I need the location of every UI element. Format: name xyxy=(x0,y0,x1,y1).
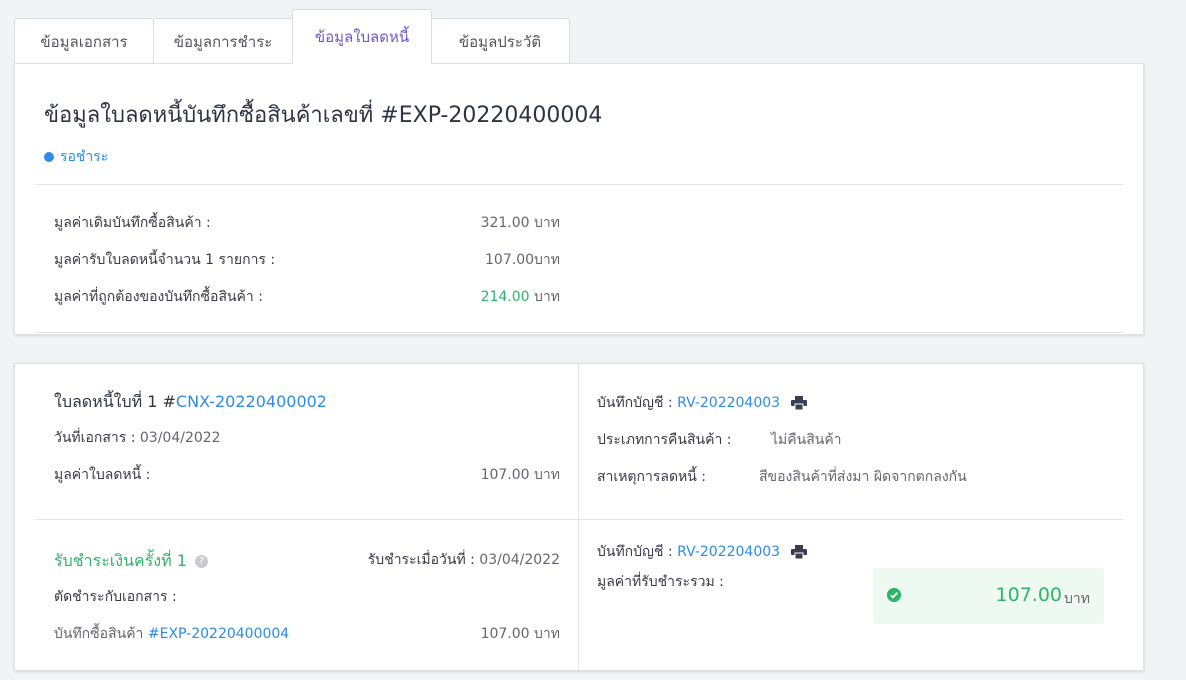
credit-note-detail-card: ใบลดหนี้ใบที่ 1 #CNX-20220400002 วันที่เ… xyxy=(14,363,1144,671)
status-dot-icon xyxy=(44,152,54,162)
credit-note-number-link[interactable]: CNX-20220400002 xyxy=(176,392,327,411)
reason-value: สีของสินค้าที่ส่งมา ผิดจากตกลงกัน xyxy=(759,469,967,485)
deduct-document-link[interactable]: #EXP-20220400004 xyxy=(148,626,289,642)
tab-document-info[interactable]: ข้อมูลเอกสาร xyxy=(14,18,154,64)
deduct-label: ตัดชำระกับเอกสาร : xyxy=(54,589,177,605)
total-paid-unit: บาท xyxy=(1064,591,1090,607)
credit-note-date-label: วันที่เอกสาร : xyxy=(54,430,136,446)
total-paid-label: มูลค่าที่รับชำระรวม : xyxy=(597,574,724,590)
payment-date-label: รับชำระเมื่อวันที่ : xyxy=(367,552,475,568)
return-type-value: ไม่คืนสินค้า xyxy=(771,432,842,448)
divider xyxy=(35,184,1123,185)
deduct-document-amount: 107.00 บาท xyxy=(480,626,560,642)
payment-date: รับชำระเมื่อวันที่ : 03/04/2022 xyxy=(368,549,560,571)
credit-note-amount-label: มูลค่าใบลดหนี้ : xyxy=(54,467,151,483)
original-value-unit: บาท xyxy=(529,215,560,231)
divider xyxy=(35,519,1123,520)
payment-heading-text: รับชำระเงินครั้งที่ 1 xyxy=(54,551,187,570)
deduct-document: บันทึกซื้อสินค้า #EXP-20220400004 xyxy=(54,623,289,645)
payment-account-label: บันทึกบัญชี : xyxy=(597,544,673,560)
status-text: รอชำระ xyxy=(60,149,109,165)
received-credit-value: 107.00บาท xyxy=(485,249,560,271)
received-credit-unit: บาท xyxy=(534,252,560,268)
credit-note-amount-value: 107.00 บาท xyxy=(480,467,560,483)
account-record-link[interactable]: RV-202204003 xyxy=(677,395,780,411)
credit-note-heading-prefix: ใบลดหนี้ใบที่ 1 # xyxy=(54,392,176,411)
received-credit-label: มูลค่ารับใบลดหนี้จำนวน 1 รายการ : xyxy=(54,252,276,268)
correct-value-amount: 214.00 xyxy=(480,289,530,305)
status-badge: รอชำระ xyxy=(44,146,108,168)
original-value-amount: 321.00 xyxy=(480,215,530,231)
payment-date-value: 03/04/2022 xyxy=(474,552,560,568)
printer-icon[interactable] xyxy=(790,545,807,559)
vertical-divider xyxy=(578,364,579,670)
deduct-document-prefix: บันทึกซื้อสินค้า xyxy=(54,626,148,642)
credit-note-date: วันที่เอกสาร : 03/04/2022 xyxy=(54,427,221,449)
correct-value-label: มูลค่าที่ถูกต้องของบันทึกซื้อสินค้า : xyxy=(54,289,263,305)
tab-credit-note-info[interactable]: ข้อมูลใบลดหนี้ xyxy=(292,9,432,64)
total-paid-box: 107.00 บาท xyxy=(873,568,1104,624)
correct-value: 214.00 บาท xyxy=(481,286,560,308)
reason-label: สาเหตุการลดหนี้ : xyxy=(597,469,707,485)
check-circle-icon xyxy=(887,588,901,602)
tab-history-info[interactable]: ข้อมูลประวัติ xyxy=(430,18,570,64)
printer-icon[interactable] xyxy=(790,396,807,410)
received-credit-amount: 107.00 xyxy=(485,252,535,268)
tab-payment-info[interactable]: ข้อมูลการชำระ xyxy=(153,18,293,64)
original-value-label: มูลค่าเดิมบันทึกซื้อสินค้า : xyxy=(54,215,211,231)
account-record-label: บันทึกบัญชี : xyxy=(597,395,673,411)
correct-value-unit: บาท xyxy=(529,289,560,305)
divider xyxy=(35,332,1123,333)
help-icon[interactable]: ? xyxy=(194,555,208,568)
return-type-label: ประเภทการคืนสินค้า : xyxy=(597,432,732,448)
credit-note-date-value: 03/04/2022 xyxy=(135,430,221,446)
account-record: บันทึกบัญชี : RV-202204003 xyxy=(597,392,807,414)
page-title: ข้อมูลใบลดหนี้บันทึกซื้อสินค้าเลขที่ #EX… xyxy=(44,103,603,128)
credit-note-heading: ใบลดหนี้ใบที่ 1 #CNX-20220400002 xyxy=(54,390,327,415)
payment-account-record: บันทึกบัญชี : RV-202204003 xyxy=(597,541,807,563)
payment-account-link[interactable]: RV-202204003 xyxy=(677,544,780,560)
payment-heading: รับชำระเงินครั้งที่ 1? xyxy=(54,549,208,574)
credit-note-summary-card: ข้อมูลใบลดหนี้บันทึกซื้อสินค้าเลขที่ #EX… xyxy=(14,63,1144,335)
total-paid-amount: 107.00 xyxy=(995,584,1062,606)
original-value: 321.00 บาท xyxy=(481,212,560,234)
